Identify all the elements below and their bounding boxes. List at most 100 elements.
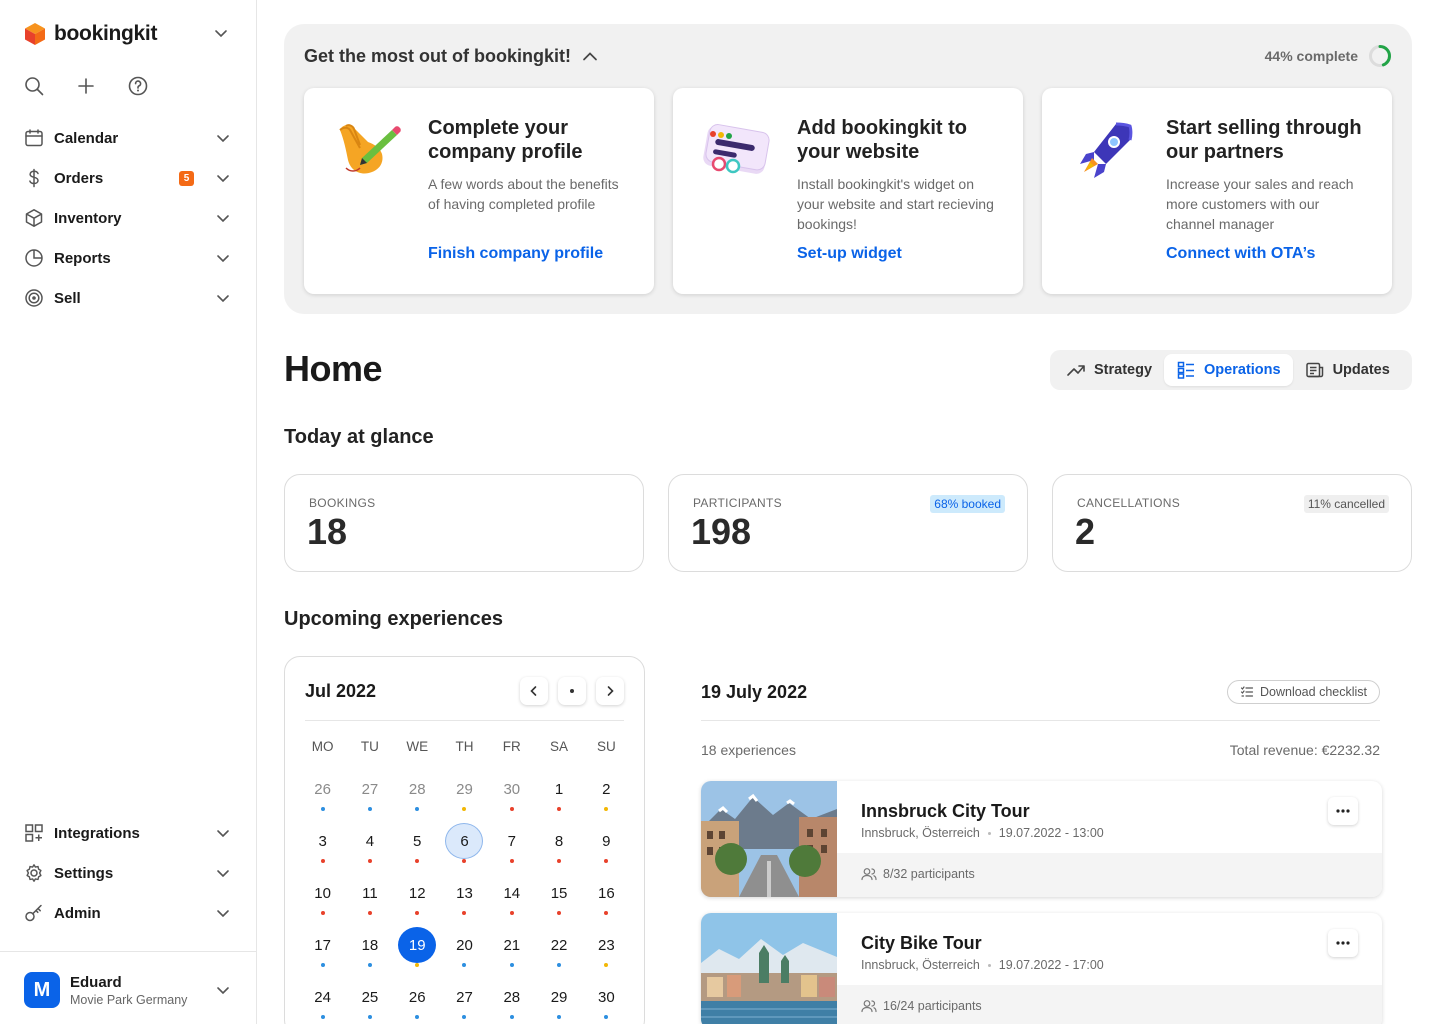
calendar-day[interactable]: 21 xyxy=(488,927,535,967)
calendar-day[interactable]: 12 xyxy=(394,875,441,915)
calendar-day[interactable]: 26 xyxy=(299,771,346,811)
calendar-day[interactable]: 27 xyxy=(346,771,393,811)
brand[interactable]: bookingkit xyxy=(24,20,157,48)
stat-bookings[interactable]: BOOKINGS 18 xyxy=(284,474,644,572)
chevron-up-icon[interactable] xyxy=(581,48,599,66)
calendar-day[interactable]: 18 xyxy=(346,927,393,967)
calendar-day[interactable]: 3 xyxy=(299,823,346,863)
calendar-day[interactable]: 26 xyxy=(394,979,441,1019)
experience-card[interactable]: Innsbruck City Tour Innsbruck, Österreic… xyxy=(701,781,1382,897)
help-icon[interactable] xyxy=(128,76,148,96)
button-label: Download checklist xyxy=(1260,685,1367,699)
availability-dot xyxy=(604,807,609,811)
stat-cancellations[interactable]: CANCELLATIONS 2 11% cancelled xyxy=(1052,474,1412,572)
sidebar-item-admin[interactable]: Admin xyxy=(24,893,234,933)
calendar-day[interactable]: 25 xyxy=(346,979,393,1019)
card-title: Start selling through our partners xyxy=(1166,117,1362,163)
prev-month-button[interactable] xyxy=(520,677,548,705)
calendar-day[interactable]: 7 xyxy=(488,823,535,863)
chevron-down-icon[interactable] xyxy=(216,866,230,884)
sidebar-item-settings[interactable]: Settings xyxy=(24,853,234,893)
availability-dot xyxy=(557,911,562,915)
availability-dot xyxy=(320,859,325,863)
list-icon xyxy=(1177,361,1195,379)
calendar-day[interactable]: 27 xyxy=(441,979,488,1019)
calendar-day[interactable]: 15 xyxy=(535,875,582,915)
user-menu[interactable]: M Eduard Movie Park Germany xyxy=(24,970,234,1010)
chevron-down-icon[interactable] xyxy=(216,826,230,844)
availability-dot xyxy=(367,859,372,863)
availability-dot xyxy=(367,963,372,967)
chevron-down-icon[interactable] xyxy=(216,171,230,189)
calendar-day[interactable]: 29 xyxy=(535,979,582,1019)
calendar-day[interactable]: 28 xyxy=(394,771,441,811)
sidebar-item-reports[interactable]: Reports xyxy=(24,238,234,278)
plus-icon[interactable] xyxy=(76,76,96,96)
tab-updates[interactable]: Updates xyxy=(1293,354,1402,386)
day-number: 24 xyxy=(314,988,331,1006)
calendar-day[interactable]: 11 xyxy=(346,875,393,915)
download-checklist-button[interactable]: Download checklist xyxy=(1227,680,1380,704)
availability-dot xyxy=(557,807,562,811)
calendar-day[interactable]: 28 xyxy=(488,979,535,1019)
search-icon[interactable] xyxy=(24,76,44,96)
day-number: 4 xyxy=(365,832,375,850)
calendar-day[interactable]: 22 xyxy=(535,927,582,967)
day-number: 12 xyxy=(408,884,426,902)
onboarding-title[interactable]: Get the most out of bookingkit! xyxy=(304,46,599,67)
stat-participants[interactable]: PARTICIPANTS 198 68% booked xyxy=(668,474,1028,572)
grid-plus-icon xyxy=(24,823,44,843)
sidebar-item-orders[interactable]: Orders 5 xyxy=(24,158,234,198)
tab-strategy[interactable]: Strategy xyxy=(1054,354,1164,386)
chevron-down-icon[interactable] xyxy=(216,251,230,269)
calendar-day[interactable]: 30 xyxy=(583,979,630,1019)
more-options-button[interactable] xyxy=(1328,797,1358,825)
sidebar-item-label: Inventory xyxy=(54,209,122,227)
calendar-day[interactable]: 5 xyxy=(394,823,441,863)
calendar-day[interactable]: 6 xyxy=(441,823,488,863)
calendar-day[interactable]: 13 xyxy=(441,875,488,915)
finish-profile-link[interactable]: Finish company profile xyxy=(428,245,603,263)
calendar-day[interactable]: 2 xyxy=(583,771,630,811)
sidebar-item-sell[interactable]: Sell xyxy=(24,278,234,318)
tab-operations[interactable]: Operations xyxy=(1164,354,1293,386)
chevron-down-icon[interactable] xyxy=(216,211,230,229)
calendar-day[interactable]: 29 xyxy=(441,771,488,811)
chevron-down-icon[interactable] xyxy=(216,983,230,1002)
calendar-day[interactable]: 9 xyxy=(583,823,630,863)
chevron-down-icon[interactable] xyxy=(216,906,230,924)
onboarding-title-text: Get the most out of bookingkit! xyxy=(304,46,571,66)
day-number: 16 xyxy=(598,884,615,902)
sidebar-item-calendar[interactable]: Calendar xyxy=(24,118,234,158)
calendar-day[interactable]: 24 xyxy=(299,979,346,1019)
gear-icon xyxy=(24,863,44,883)
calendar-day[interactable]: 14 xyxy=(488,875,535,915)
calendar-day[interactable]: 20 xyxy=(441,927,488,967)
calendar-day-selected[interactable]: 19 xyxy=(394,927,441,967)
calendar-day[interactable]: 17 xyxy=(299,927,346,967)
connect-ota-link[interactable]: Connect with OTA’s xyxy=(1166,245,1315,263)
chevron-down-icon[interactable] xyxy=(216,291,230,309)
availability-dot xyxy=(462,807,467,811)
calendar-day[interactable]: 30 xyxy=(488,771,535,811)
sidebar-item-inventory[interactable]: Inventory xyxy=(24,198,234,238)
widget-card-illustration-icon xyxy=(703,124,770,174)
calendar-day[interactable]: 8 xyxy=(535,823,582,863)
more-options-button[interactable] xyxy=(1328,929,1358,957)
experience-location: Innsbruck, Österreich xyxy=(861,826,980,840)
calendar-day[interactable]: 10 xyxy=(299,875,346,915)
chevron-down-icon[interactable] xyxy=(214,26,228,45)
day-number: 9 xyxy=(602,832,611,850)
calendar-day[interactable]: 4 xyxy=(346,823,393,863)
chevron-down-icon[interactable] xyxy=(216,131,230,149)
sidebar-item-integrations[interactable]: Integrations xyxy=(24,813,234,853)
calendar-day[interactable]: 23 xyxy=(583,927,630,967)
setup-widget-link[interactable]: Set-up widget xyxy=(797,245,902,263)
sidebar-item-label: Orders xyxy=(54,169,104,187)
today-button[interactable] xyxy=(558,677,586,705)
next-month-button[interactable] xyxy=(596,677,624,705)
calendar-day[interactable]: 1 xyxy=(535,771,582,811)
calendar-day[interactable]: 16 xyxy=(583,875,630,915)
progress-label: 44% complete xyxy=(1264,48,1358,64)
experience-card[interactable]: City Bike Tour Innsbruck, Österreich 19.… xyxy=(701,913,1382,1024)
